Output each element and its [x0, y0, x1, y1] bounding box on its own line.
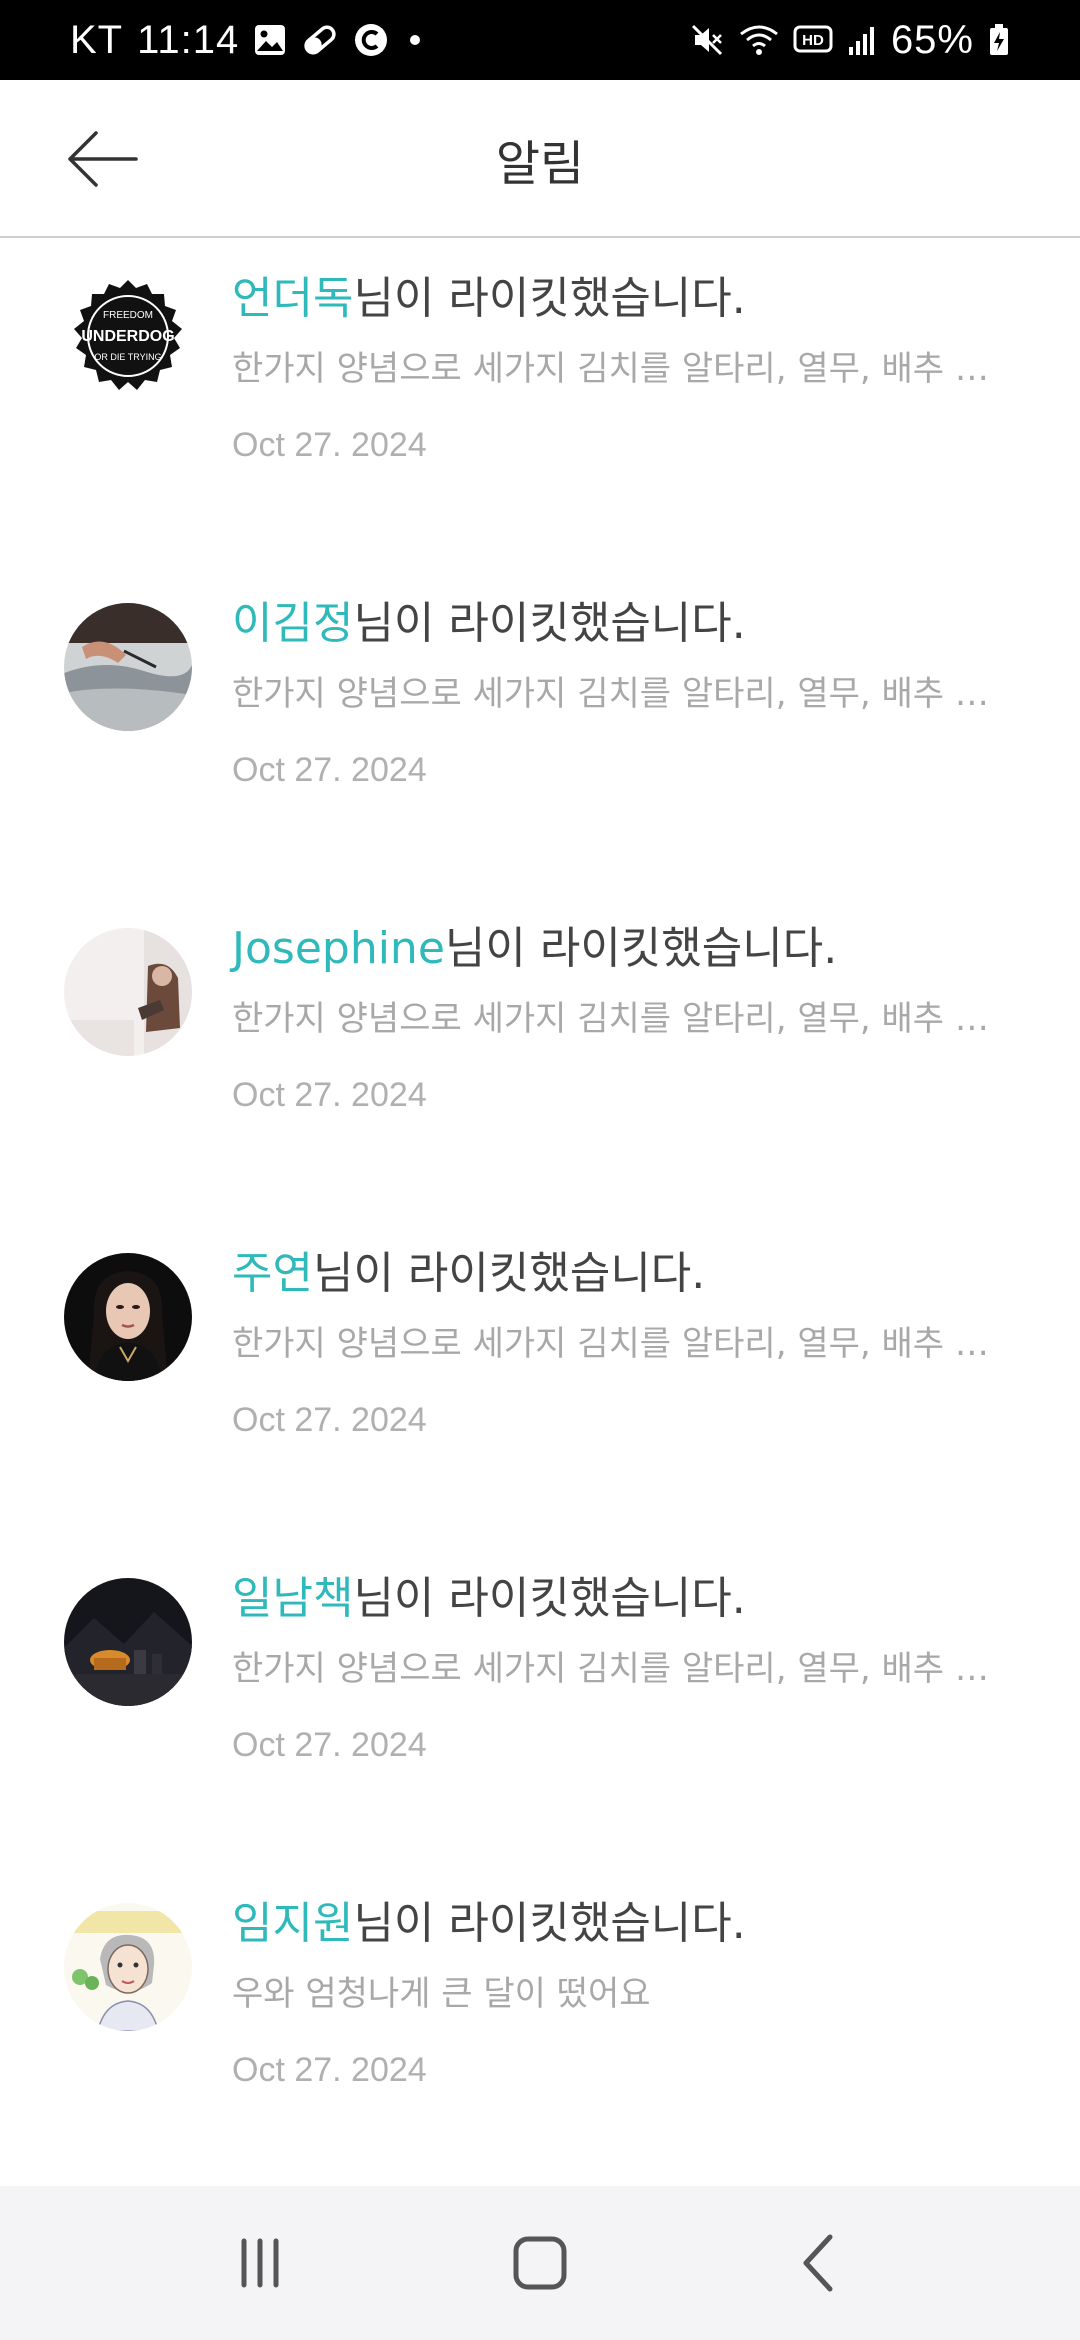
- recent-apps-button[interactable]: [200, 2203, 320, 2323]
- post-snippet: 한가지 양념으로 세가지 김치를 알타리, 열무, 배추 만들기: [232, 999, 1002, 1039]
- post-snippet: 우와 엄청나게 큰 달이 떴어요: [232, 1974, 651, 2014]
- status-bar: KT 11:14 HD 65%: [0, 0, 1080, 80]
- post-snippet: 한가지 양념으로 세가지 김치를 알타리, 열무, 배추 만들기: [232, 1649, 1002, 1689]
- hd-icon: HD: [793, 23, 833, 57]
- notification-headline: 일남책님이 라이킷했습니다.: [232, 1568, 1012, 1630]
- post-snippet: 한가지 양념으로 세가지 김치를 알타리, 열무, 배추 만들기: [232, 674, 1002, 714]
- avatar[interactable]: [64, 1903, 192, 2031]
- home-icon: [513, 2236, 567, 2290]
- system-nav-bar: [0, 2186, 1080, 2340]
- page-title: 알림: [495, 136, 585, 192]
- notification-headline: 이김정님이 라이킷했습니다.: [232, 593, 1012, 655]
- app-header: 알림: [0, 80, 1080, 238]
- notification-headline: 언더독님이 라이킷했습니다.: [232, 268, 1012, 330]
- avatar[interactable]: [64, 1578, 192, 1706]
- notification-item[interactable]: Josephine님이 라이킷했습니다. 한가지 양념으로 세가지 김치를 알타…: [0, 890, 1080, 1215]
- post-snippet: 한가지 양념으로 세가지 김치를 알타리, 열무, 배추 만들기: [232, 1324, 1002, 1364]
- status-bar-left: KT 11:14: [70, 18, 427, 63]
- notification-content: 이김정님이 라이킷했습니다. 한가지 양념으로 세가지 김치를 알타리, 열무,…: [232, 593, 1012, 793]
- pill-icon: [301, 23, 339, 57]
- notification-item[interactable]: FREEDOM UNDERDOG OR DIE TRYING 언더독님이 라이킷…: [0, 240, 1080, 565]
- system-back-button[interactable]: [760, 2203, 880, 2323]
- avatar-text-bottom: OR DIE TRYING: [94, 352, 161, 362]
- notification-content: 주연님이 라이킷했습니다. 한가지 양념으로 세가지 김치를 알타리, 열무, …: [232, 1243, 1012, 1443]
- signal-icon: [847, 23, 877, 57]
- dot-icon: [403, 28, 427, 52]
- notification-date: Oct 27. 2024: [232, 1401, 427, 1439]
- home-button[interactable]: [480, 2203, 600, 2323]
- notification-content: 언더독님이 라이킷했습니다. 한가지 양념으로 세가지 김치를 알타리, 열무,…: [232, 268, 1012, 468]
- username-link[interactable]: 주연: [232, 1248, 313, 1299]
- wifi-icon: [739, 22, 779, 58]
- carrier-label: KT: [70, 17, 124, 62]
- notification-list: FREEDOM UNDERDOG OR DIE TRYING 언더독님이 라이킷…: [0, 240, 1080, 2190]
- action-text: 님이 라이킷했습니다.: [444, 923, 838, 974]
- notification-date: Oct 27. 2024: [232, 1076, 427, 1114]
- recent-apps-icon: [241, 2238, 279, 2288]
- hd-label: HD: [802, 32, 824, 49]
- avatar[interactable]: [64, 928, 192, 1056]
- notification-date: Oct 27. 2024: [232, 426, 427, 464]
- action-text: 님이 라이킷했습니다.: [312, 1248, 706, 1299]
- username-link[interactable]: 임지원: [232, 1898, 353, 1949]
- back-icon: [803, 2234, 833, 2292]
- username-link[interactable]: 언더독: [232, 273, 353, 324]
- username-link[interactable]: 일남책: [232, 1573, 353, 1624]
- avatar-text-main: UNDERDOG: [81, 328, 174, 345]
- avatar[interactable]: [64, 603, 192, 731]
- notification-content: 일남책님이 라이킷했습니다. 한가지 양념으로 세가지 김치를 알타리, 열무,…: [232, 1568, 1012, 1768]
- battery-icon: [988, 23, 1010, 57]
- notification-item[interactable]: 일남책님이 라이킷했습니다. 한가지 양념으로 세가지 김치를 알타리, 열무,…: [0, 1540, 1080, 1865]
- avatar[interactable]: [64, 1253, 192, 1381]
- notification-date: Oct 27. 2024: [232, 1726, 427, 1764]
- notification-date: Oct 27. 2024: [232, 2051, 427, 2089]
- notification-item[interactable]: 임지원님이 라이킷했습니다. 우와 엄청나게 큰 달이 떴어요 Oct 27. …: [0, 1865, 1080, 2190]
- avatar[interactable]: FREEDOM UNDERDOG OR DIE TRYING: [64, 278, 192, 406]
- mute-icon: [689, 22, 725, 58]
- notification-headline: 임지원님이 라이킷했습니다.: [232, 1893, 1012, 1955]
- avatar-text-top: FREEDOM: [103, 310, 153, 321]
- action-text: 님이 라이킷했습니다.: [353, 1573, 746, 1624]
- status-bar-right: HD 65%: [689, 18, 1010, 63]
- username-link[interactable]: Josephine: [232, 923, 445, 974]
- notification-date: Oct 27. 2024: [232, 751, 427, 789]
- username-link[interactable]: 이김정: [232, 598, 353, 649]
- clock: 11:14: [137, 17, 240, 62]
- action-text: 님이 라이킷했습니다.: [353, 598, 746, 649]
- battery-percent: 65%: [890, 17, 974, 62]
- gallery-icon: [253, 23, 287, 57]
- notification-content: 임지원님이 라이킷했습니다. 우와 엄청나게 큰 달이 떴어요 Oct 27. …: [232, 1893, 1012, 2093]
- notification-item[interactable]: 주연님이 라이킷했습니다. 한가지 양념으로 세가지 김치를 알타리, 열무, …: [0, 1215, 1080, 1540]
- action-text: 님이 라이킷했습니다.: [353, 273, 746, 324]
- notification-headline: Josephine님이 라이킷했습니다.: [232, 918, 1012, 980]
- post-snippet: 한가지 양념으로 세가지 김치를 알타리, 열무, 배추 만들기: [232, 349, 1002, 389]
- notification-headline: 주연님이 라이킷했습니다.: [232, 1243, 1012, 1305]
- notification-content: Josephine님이 라이킷했습니다. 한가지 양념으로 세가지 김치를 알타…: [232, 918, 1012, 1118]
- action-text: 님이 라이킷했습니다.: [353, 1898, 746, 1949]
- c-badge-icon: [353, 22, 389, 58]
- notification-item[interactable]: 이김정님이 라이킷했습니다. 한가지 양념으로 세가지 김치를 알타리, 열무,…: [0, 565, 1080, 890]
